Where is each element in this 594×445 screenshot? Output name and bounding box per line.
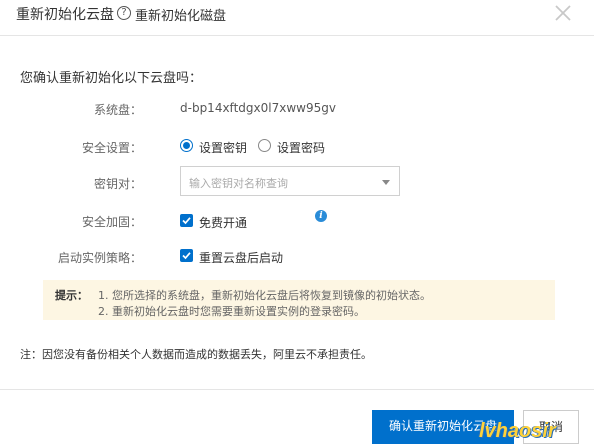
radio-set-key[interactable] — [180, 139, 193, 152]
confirm-question: 您确认重新初始化以下云盘吗： — [20, 71, 203, 86]
chevron-down-icon — [382, 180, 390, 185]
close-icon[interactable] — [551, 1, 575, 25]
dialog-title: 重新初始化云盘 — [16, 7, 114, 23]
info-icon[interactable]: i — [315, 210, 327, 222]
start-after-reset-checkbox[interactable] — [180, 249, 193, 262]
start-after-reset-label[interactable]: 重置云盘后启动 — [199, 249, 283, 266]
help-icon[interactable]: ? — [117, 6, 131, 20]
hardening-checkbox[interactable] — [180, 214, 193, 227]
start-policy-label: 启动实例策略： — [57, 251, 142, 265]
footer-divider — [0, 389, 594, 390]
security-setting-label: 安全设置： — [81, 141, 142, 155]
tip-label: 提示： — [55, 289, 88, 302]
key-pair-placeholder: 输入密钥对名称查询 — [189, 177, 288, 190]
hardening-checkbox-label[interactable]: 免费开通 — [199, 214, 247, 231]
security-hardening-label: 安全加固： — [81, 215, 142, 229]
radio-set-key-label[interactable]: 设置密钥 — [199, 139, 247, 156]
radio-set-password-label[interactable]: 设置密码 — [277, 139, 325, 156]
system-disk-value: d-bp14xftdgx0l7xww95gv — [180, 101, 336, 115]
tip-box: 提示： 1. 您所选择的系统盘，重新初始化云盘后将恢复到镜像的初始状态。 2. … — [43, 280, 555, 320]
system-disk-label: 系统盘： — [93, 103, 142, 117]
tip-line-2: 2. 重新初始化云盘时您需要重新设置实例的登录密码。 — [98, 305, 365, 318]
watermark-logo: lvhaosir — [479, 420, 556, 442]
dialog-subtitle-link[interactable]: 重新初始化磁盘 — [135, 5, 226, 24]
dialog-header: 重新初始化云盘 ? 重新初始化磁盘 — [0, 0, 594, 36]
disclaimer-note: 注：因您没有备份相关个人数据而造成的数据丢失，阿里云不承担责任。 — [20, 348, 372, 361]
radio-set-password[interactable] — [258, 139, 271, 152]
reinit-disk-dialog: 重新初始化云盘 ? 重新初始化磁盘 您确认重新初始化以下云盘吗： 系统盘： d-… — [0, 0, 594, 445]
key-pair-select[interactable]: 输入密钥对名称查询 — [180, 166, 400, 196]
key-pair-label: 密钥对： — [93, 177, 142, 191]
tip-line-1: 1. 您所选择的系统盘，重新初始化云盘后将恢复到镜像的初始状态。 — [98, 289, 431, 302]
